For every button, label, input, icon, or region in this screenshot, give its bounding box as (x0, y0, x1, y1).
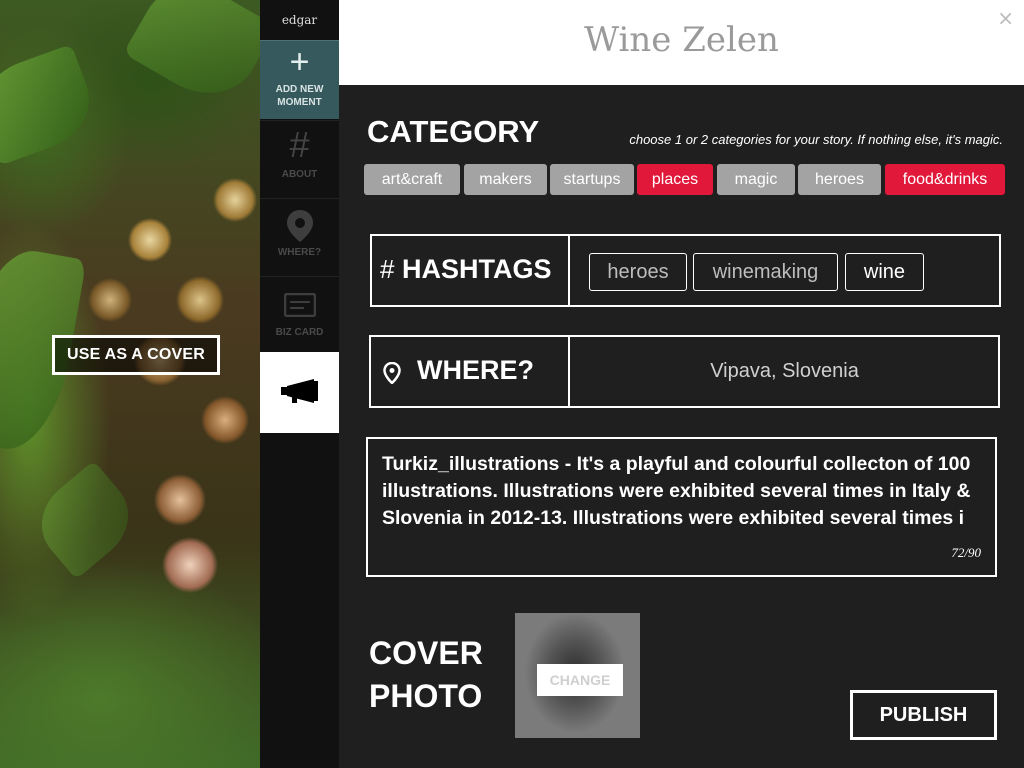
plus-icon: + (289, 43, 310, 81)
page-title: Wine Zelen (584, 20, 779, 60)
app-logo: edgar (281, 13, 318, 27)
sidebar-item-publish-story[interactable] (260, 352, 351, 433)
panel-header: Wine Zelen × (339, 0, 1024, 85)
hashtag-chip[interactable]: winemaking (693, 253, 838, 291)
close-icon[interactable]: × (997, 6, 1014, 30)
story-editor-panel: Wine Zelen × CATEGORY choose 1 or 2 cate… (339, 0, 1024, 768)
cover-photo-heading-line: COVER (369, 635, 483, 671)
where-heading: WHERE? (417, 355, 534, 385)
category-chip-makers[interactable]: makers (464, 164, 547, 195)
location-pin-icon (260, 200, 339, 246)
cover-photo-heading: COVER PHOTO (369, 632, 483, 718)
sidebar-item-about[interactable]: # ABOUT (260, 122, 339, 197)
hashtags-label: # HASHTAGS (380, 254, 552, 285)
hashtag-chip[interactable]: heroes (589, 253, 687, 291)
sidebar-item-where[interactable]: WHERE? (260, 200, 339, 275)
description-textarea[interactable]: Turkiz_illustrations - It's a playful an… (366, 437, 997, 577)
background-photo (0, 0, 262, 768)
cover-photo-thumbnail: CHANGE (515, 613, 640, 738)
category-chip-magic[interactable]: magic (717, 164, 795, 195)
category-chip-places[interactable]: places (637, 164, 713, 195)
location-pin-icon (383, 361, 401, 388)
card-icon (260, 278, 339, 326)
location-value[interactable]: Vipava, Slovenia (571, 337, 998, 406)
sidebar-item-label: BIZ CARD (275, 327, 324, 338)
category-chip-art-craft[interactable]: art&craft (364, 164, 460, 195)
megaphone-icon (280, 378, 320, 408)
category-chip-startups[interactable]: startups (550, 164, 634, 195)
description-text: Turkiz_illustrations - It's a playful an… (382, 453, 971, 529)
category-chip-food-drinks[interactable]: food&drinks (885, 164, 1005, 195)
change-cover-button[interactable]: CHANGE (537, 664, 623, 696)
sidebar-item-label: MOMENT (277, 97, 322, 108)
category-heading: CATEGORY (367, 114, 540, 149)
category-chip-heroes[interactable]: heroes (798, 164, 881, 195)
sidebar-item-biz-card[interactable]: BIZ CARD (260, 278, 339, 350)
sidebar-item-label: ADD NEW (275, 84, 324, 95)
sidebar-item-label: ABOUT (281, 169, 318, 180)
where-box[interactable]: WHERE? Vipava, Slovenia (369, 335, 1000, 408)
sidebar-nav: edgar + ADD NEW MOMENT # ABOUT WHERE? BI… (260, 0, 351, 768)
hashtags-heading: HASHTAGS (401, 254, 552, 284)
hashtags-box: # HASHTAGS heroes winemaking wine (370, 234, 1001, 307)
sidebar-item-label: WHERE? (277, 247, 322, 258)
cover-photo-heading-line: PHOTO (369, 678, 483, 714)
hash-icon: # (380, 254, 395, 284)
publish-button[interactable]: PUBLISH (850, 690, 997, 740)
hash-icon: # (289, 124, 310, 165)
use-as-cover-button[interactable]: USE AS A COVER (52, 335, 220, 375)
category-hint: choose 1 or 2 categories for your story.… (629, 132, 1003, 147)
hashtag-chip[interactable]: wine (845, 253, 924, 291)
sidebar-item-add-new-moment[interactable]: + ADD NEW MOMENT (260, 40, 339, 119)
character-counter: 72/90 (951, 545, 981, 560)
